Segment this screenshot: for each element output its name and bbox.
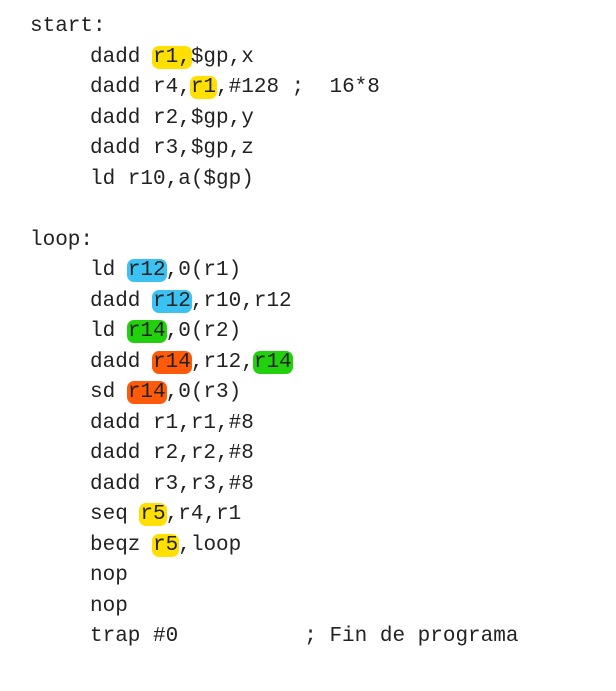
- code-line: ld r14,0(r2): [30, 317, 518, 348]
- code-line: ld r10,a($gp): [30, 165, 518, 196]
- code-text: dadd: [90, 45, 154, 69]
- highlighted-register-orange: r14: [126, 381, 167, 404]
- code-text: ld: [90, 320, 128, 343]
- code-text: dadd: [90, 289, 154, 313]
- code-text: nop: [90, 594, 128, 618]
- code-line: dadd r4,r1,#128 ; 16*8: [30, 73, 518, 104]
- code-text: dadd r4,: [90, 76, 191, 99]
- code-line: dadd r1,$gp,x: [30, 43, 518, 74]
- code-text: ,0(r3): [165, 381, 242, 404]
- highlighted-register-orange: r14: [152, 350, 192, 374]
- code-text: ld: [90, 259, 128, 282]
- code-line: trap #0 ; Fin de programa: [30, 622, 518, 653]
- code-text: start:: [30, 15, 106, 38]
- code-text: $gp,x: [190, 45, 254, 69]
- highlighted-register-yellow: r1,: [152, 45, 192, 69]
- code-text: dadd r3,r3,#8: [90, 472, 254, 496]
- code-line: dadd r3,r3,#8: [30, 470, 518, 501]
- code-text: sd: [90, 381, 128, 404]
- code-text: dadd r2,r2,#8: [90, 442, 254, 465]
- code-text: ,0(r1): [165, 259, 242, 282]
- code-line: seq r5,r4,r1: [30, 500, 518, 531]
- highlighted-register-yellow: r1: [189, 76, 218, 99]
- code-text: ld r10,a($gp): [90, 167, 254, 191]
- code-text: beqz: [90, 533, 154, 557]
- code-text: dadd: [90, 350, 154, 374]
- code-line: sd r14,0(r3): [30, 378, 518, 409]
- code-line: dadd r1,r1,#8: [30, 409, 518, 440]
- code-line: ld r12,0(r1): [30, 256, 518, 287]
- highlighted-register-yellow: r5: [139, 503, 167, 526]
- code-label-line: start:: [30, 12, 518, 43]
- code-text: ,r10,r12: [190, 289, 292, 313]
- code-text: ,#128 ; 16*8: [216, 76, 380, 99]
- highlighted-register-green: r14: [126, 320, 167, 343]
- code-line: dadd r12,r10,r12: [30, 287, 518, 318]
- code-text: seq: [90, 503, 141, 526]
- code-text: dadd r1,r1,#8: [90, 411, 254, 435]
- highlighted-register-blue: r12: [152, 289, 192, 313]
- highlighted-register-green: r14: [252, 350, 293, 374]
- code-line: nop: [30, 592, 518, 623]
- code-line: dadd r2,r2,#8: [30, 439, 518, 470]
- code-text: dadd r2,$gp,y: [90, 106, 254, 130]
- code-text: ,0(r2): [165, 320, 242, 343]
- code-line: dadd r2,$gp,y: [30, 104, 518, 135]
- code-text: ,r12,: [190, 350, 254, 374]
- code-text: ,r4,r1: [165, 503, 242, 526]
- code-label-line: loop:: [30, 226, 518, 257]
- code-text: loop:: [30, 228, 94, 252]
- code-line: nop: [30, 561, 518, 592]
- code-line: dadd r14,r12,r14: [30, 348, 518, 379]
- code-line: dadd r3,$gp,z: [30, 134, 518, 165]
- highlighted-register-yellow: r5: [152, 533, 180, 557]
- assembly-code-listing: start: dadd r1,$gp,x dadd r4,r1,#128 ; 16*…: [30, 12, 518, 653]
- code-text: ,loop: [178, 533, 242, 557]
- code-text: dadd r3,$gp,z: [90, 137, 254, 160]
- code-text: trap #0 ; Fin de programa: [90, 625, 519, 648]
- code-line: beqz r5,loop: [30, 531, 518, 562]
- highlighted-register-blue: r12: [126, 259, 167, 282]
- code-text: nop: [90, 564, 128, 587]
